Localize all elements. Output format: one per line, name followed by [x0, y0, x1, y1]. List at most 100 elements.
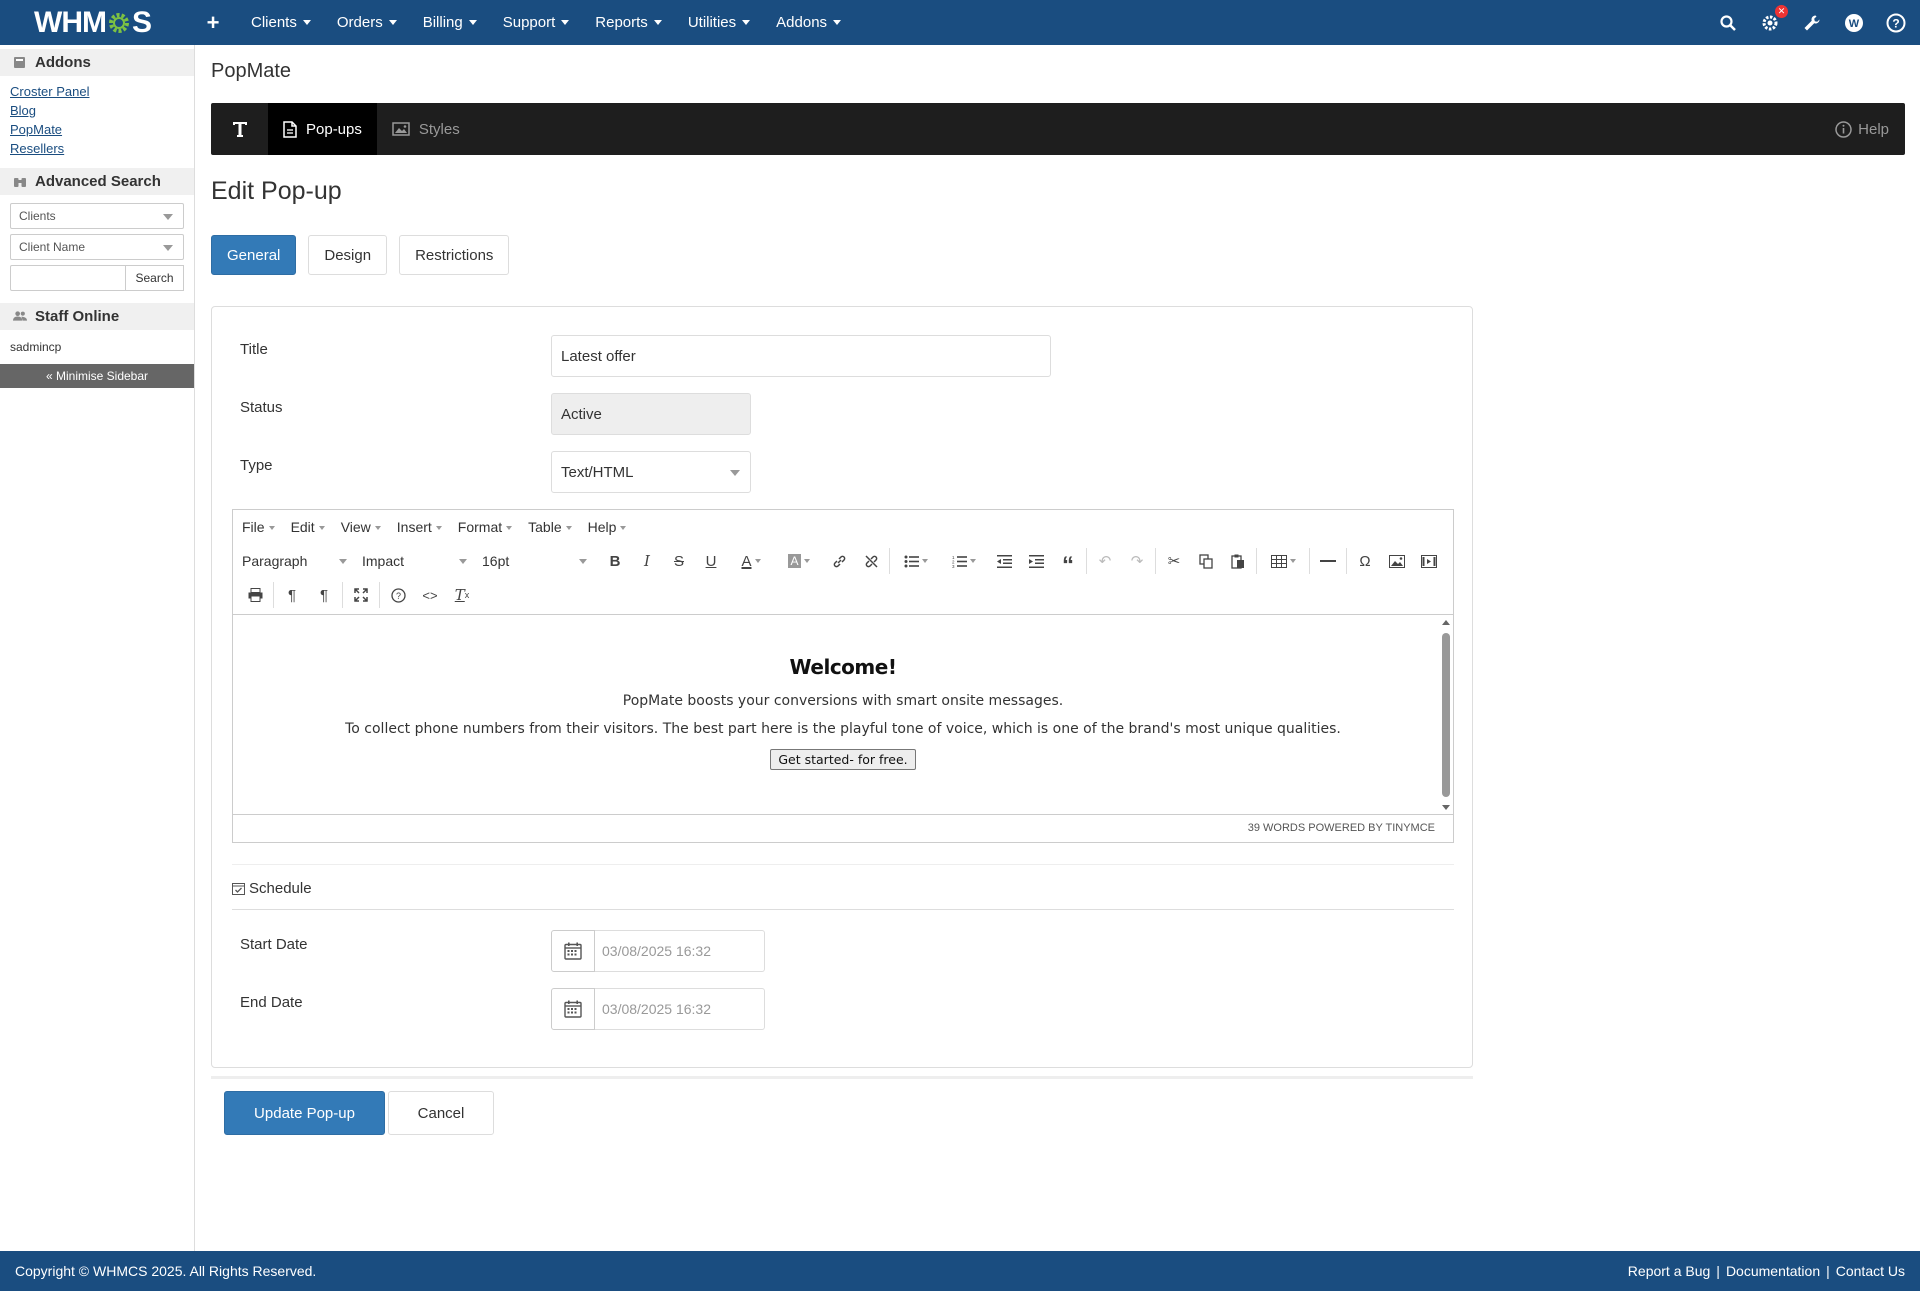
start-date-input[interactable]: 03/08/2025 16:32 — [595, 930, 765, 972]
staff-online-user: sadmincp — [10, 340, 62, 354]
sidebar-search-button[interactable]: Search — [126, 265, 184, 291]
title-input[interactable]: Latest offer — [551, 335, 1051, 377]
sidebar-link-popmate[interactable]: PopMate — [10, 120, 184, 139]
outdent-icon[interactable] — [988, 546, 1020, 576]
sidebar-link-blog[interactable]: Blog — [10, 101, 184, 120]
help-icon[interactable]: ? — [1884, 11, 1908, 35]
sidebar-search-input[interactable] — [10, 265, 126, 291]
type-select[interactable]: Text/HTML — [551, 451, 751, 493]
tab-styles[interactable]: Styles — [377, 103, 475, 155]
nav-clients[interactable]: Clients — [238, 0, 324, 45]
search-icon[interactable] — [1716, 11, 1740, 35]
underline-icon[interactable]: U — [695, 546, 727, 576]
sidebar-link-croster-panel[interactable]: Croster Panel — [10, 82, 184, 101]
insert-media-icon[interactable] — [1413, 546, 1445, 576]
nav-utilities[interactable]: Utilities — [675, 0, 763, 45]
nav-billing[interactable]: Billing — [410, 0, 490, 45]
logo-text-suffix: S — [131, 5, 152, 39]
nav-support[interactable]: Support — [490, 0, 583, 45]
editor-menu-insert[interactable]: Insert — [397, 519, 442, 535]
redo-icon[interactable]: ↷ — [1121, 546, 1153, 576]
cut-icon[interactable]: ✂ — [1158, 546, 1190, 576]
copy-icon[interactable] — [1190, 546, 1222, 576]
add-new-icon[interactable]: + — [200, 10, 226, 36]
status-field[interactable]: Active — [551, 393, 751, 435]
popup-text-line-2: To collect phone numbers from their visi… — [345, 721, 1341, 737]
automation-status-icon[interactable]: ✕ — [1758, 4, 1788, 35]
editor-toolbar-1: Paragraph Impact 16pt B I S U A A 1 2 3 … — [233, 544, 1453, 578]
calendar-icon[interactable] — [551, 930, 595, 972]
editor-menu-format[interactable]: Format — [458, 519, 513, 535]
indent-icon[interactable] — [1020, 546, 1052, 576]
editor-content-area[interactable]: Welcome! PopMate boosts your conversions… — [233, 614, 1453, 814]
text-color-icon[interactable]: A — [727, 546, 775, 576]
footer-link-report-bug[interactable]: Report a Bug — [1628, 1263, 1711, 1279]
block-format-dropdown[interactable]: Paragraph — [239, 546, 359, 576]
footer-link-documentation[interactable]: Documentation — [1726, 1263, 1820, 1279]
rtl-direction-icon[interactable]: ¶ — [308, 580, 340, 610]
editor-menu-edit[interactable]: Edit — [291, 519, 325, 535]
cancel-button[interactable]: Cancel — [388, 1091, 494, 1135]
whmcs-marketplace-icon[interactable]: W — [1842, 11, 1866, 35]
unlink-icon[interactable] — [855, 546, 887, 576]
link-icon[interactable] — [823, 546, 855, 576]
undo-icon[interactable]: ↶ — [1089, 546, 1121, 576]
editor-menu-help[interactable]: Help — [588, 519, 627, 535]
clear-formatting-icon[interactable]: Tx — [446, 580, 478, 610]
sidebar-link-resellers[interactable]: Resellers — [10, 139, 184, 158]
fullscreen-icon[interactable] — [345, 580, 377, 610]
top-navbar: WHM S + Clients Orders Billing Support R… — [0, 0, 1920, 45]
whmcs-logo[interactable]: WHM S — [0, 0, 196, 45]
advanced-search-form: Clients Client Name Search — [0, 195, 194, 297]
nav-reports[interactable]: Reports — [582, 0, 675, 45]
calendar-icon[interactable] — [551, 988, 595, 1030]
bullet-list-icon[interactable] — [892, 546, 940, 576]
font-size-dropdown[interactable]: 16pt — [479, 546, 599, 576]
svg-text:?: ? — [395, 591, 400, 601]
font-family-dropdown[interactable]: Impact — [359, 546, 479, 576]
sidebar-advanced-search-header: Advanced Search — [0, 168, 194, 195]
status-label: Status — [240, 399, 283, 416]
paste-icon[interactable] — [1222, 546, 1254, 576]
update-popup-button[interactable]: Update Pop-up — [224, 1091, 385, 1135]
popup-cta-button[interactable]: Get started- for free. — [770, 749, 916, 770]
help-circle-icon[interactable]: ? — [382, 580, 414, 610]
numbered-list-icon[interactable]: 123 — [940, 546, 988, 576]
nav-orders[interactable]: Orders — [324, 0, 410, 45]
print-icon[interactable] — [239, 580, 271, 610]
users-icon — [13, 310, 27, 324]
italic-icon[interactable]: I — [631, 546, 663, 576]
tab-restrictions[interactable]: Restrictions — [399, 235, 510, 275]
tab-popups[interactable]: Pop-ups — [268, 103, 377, 155]
editor-menu-table[interactable]: Table — [528, 519, 572, 535]
help-link[interactable]: Help — [1835, 103, 1889, 155]
scrollbar-thumb[interactable] — [1442, 633, 1450, 797]
special-character-icon[interactable]: Ω — [1349, 546, 1381, 576]
editor-scrollbar[interactable] — [1440, 617, 1452, 813]
minimise-sidebar-button[interactable]: « Minimise Sidebar — [0, 364, 194, 388]
insert-image-icon[interactable] — [1381, 546, 1413, 576]
bold-icon[interactable]: B — [599, 546, 631, 576]
footer-links: Report a Bug | Documentation | Contact Us — [1627, 1263, 1905, 1279]
source-code-icon[interactable]: <> — [414, 580, 446, 610]
blockquote-icon[interactable]: “ — [1052, 546, 1084, 578]
editor-menu-file[interactable]: File — [242, 519, 275, 535]
popmate-home-icon[interactable] — [211, 103, 268, 155]
editor-menubar: File Edit View Insert Format Table Help — [233, 510, 1453, 544]
wrench-icon[interactable] — [1800, 11, 1824, 35]
tab-general[interactable]: General — [211, 235, 297, 275]
tab-design[interactable]: Design — [308, 235, 388, 275]
background-color-icon[interactable]: A — [775, 546, 823, 576]
footer-link-contact[interactable]: Contact Us — [1836, 1263, 1905, 1279]
search-type-select[interactable]: Clients — [10, 203, 184, 229]
ltr-direction-icon[interactable]: ¶ — [276, 580, 308, 610]
table-icon[interactable] — [1259, 546, 1307, 576]
strikethrough-icon[interactable]: S — [663, 546, 695, 576]
editor-menu-view[interactable]: View — [341, 519, 381, 535]
search-field-select[interactable]: Client Name — [10, 234, 184, 260]
copyright-text: Copyright © WHMCS 2025. All Rights Reser… — [15, 1263, 317, 1279]
end-date-input[interactable]: 03/08/2025 16:32 — [595, 988, 765, 1030]
nav-addons[interactable]: Addons — [763, 0, 854, 45]
editor-toolbar-2: ¶ ¶ ? <> Tx — [233, 578, 1453, 612]
horizontal-rule-icon[interactable] — [1312, 546, 1344, 576]
